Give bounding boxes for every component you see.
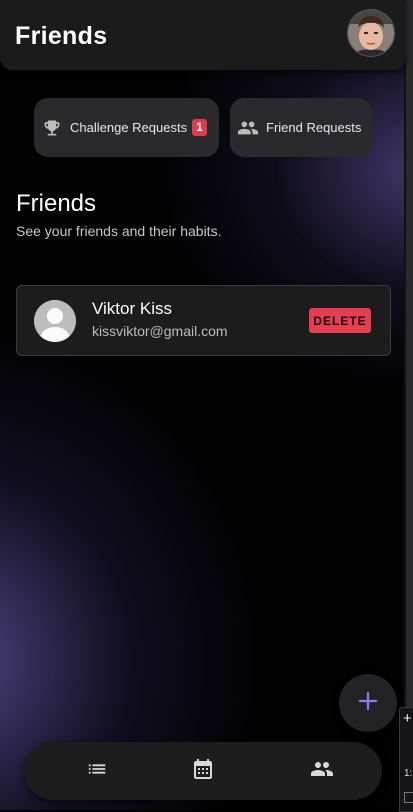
people-icon — [237, 117, 259, 139]
nav-calendar[interactable] — [191, 757, 215, 786]
challenge-requests-badge: 1 — [192, 119, 207, 136]
nav-habits-list[interactable] — [85, 759, 109, 783]
profile-avatar[interactable] — [347, 9, 395, 57]
add-friend-fab[interactable] — [339, 674, 397, 732]
plus-icon: + — [403, 710, 412, 727]
page-title: Friends — [15, 22, 108, 50]
people-icon — [310, 757, 334, 786]
person-placeholder-icon — [34, 300, 76, 342]
challenge-requests-button[interactable]: Challenge Requests 1 — [34, 98, 219, 157]
friend-requests-button[interactable]: Friend Requests — [230, 98, 372, 157]
challenge-requests-label: Challenge Requests — [70, 120, 188, 135]
plus-icon — [358, 691, 378, 716]
trophy-icon — [41, 117, 63, 139]
calendar-icon — [191, 757, 215, 786]
friend-name: Viktor Kiss — [92, 299, 172, 318]
nav-friends[interactable] — [310, 759, 334, 783]
friend-requests-label: Friend Requests — [266, 120, 362, 135]
app-header: Friends — [0, 0, 406, 70]
window-edge — [406, 0, 413, 810]
friend-email: kissviktor@gmail.com — [92, 323, 228, 339]
profile-photo — [348, 10, 394, 56]
friend-card[interactable]: Viktor Kiss kissviktor@gmail.com DELETE — [16, 285, 391, 356]
delete-friend-button[interactable]: DELETE — [309, 308, 371, 333]
section-title: Friends — [16, 190, 97, 217]
checkbox-icon — [404, 792, 413, 803]
bottom-navigation — [24, 742, 382, 800]
side-panel[interactable]: + 1: — [399, 707, 413, 812]
section-subtitle: See your friends and their habits. — [16, 223, 222, 239]
side-panel-text: 1: — [404, 768, 413, 779]
friend-avatar — [34, 300, 76, 342]
list-icon — [86, 758, 108, 785]
